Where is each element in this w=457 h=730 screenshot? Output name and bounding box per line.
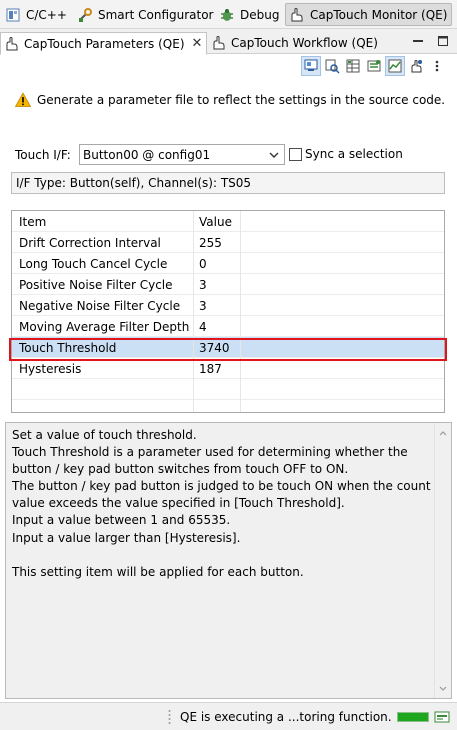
table-row[interactable]: Drift Correction Interval 255 (12, 232, 444, 253)
close-icon[interactable]: ✕ (192, 36, 203, 51)
table-row[interactable]: Moving Average Filter Depth 4 (12, 316, 444, 337)
touch-icon[interactable] (406, 56, 426, 76)
progress-fill (398, 713, 428, 721)
tab-label: CapTouch Workflow (QE) (231, 36, 378, 50)
progress-bar (397, 712, 429, 722)
view-tab-strip: CapTouch Parameters (QE) ✕ CapTouch Work… (0, 29, 457, 55)
row-item: Hysteresis (19, 362, 82, 376)
row-value[interactable]: 255 (199, 236, 222, 250)
touch-if-select[interactable]: Button00 @ config01 (79, 144, 285, 165)
highlight-box (9, 338, 447, 361)
sync-label: Sync a selection (305, 147, 403, 161)
description-panel: Set a value of touch threshold. Touch Th… (5, 422, 452, 699)
status-text: QE is executing a ...toring function. (180, 710, 392, 724)
sync-selection-checkbox[interactable]: Sync a selection (289, 147, 403, 161)
row-value[interactable]: 3 (199, 278, 207, 292)
row-value[interactable]: 0 (199, 257, 207, 271)
chevron-down-icon[interactable] (267, 147, 281, 162)
warning-message: Generate a parameter file to reflect the… (15, 91, 445, 109)
tab-label: CapTouch Parameters (QE) (24, 36, 185, 51)
perspective-cpp[interactable]: C/C++ (2, 3, 71, 26)
captouch-icon (211, 35, 227, 51)
warning-text: Generate a parameter file to reflect the… (37, 93, 446, 107)
board-icon[interactable] (301, 56, 321, 76)
search-icon[interactable] (322, 56, 342, 76)
monitor-icon[interactable] (385, 56, 405, 76)
column-header-value[interactable]: Value (199, 215, 232, 229)
table-row[interactable]: Positive Noise Filter Cycle 3 (12, 274, 444, 295)
cpp-perspective-icon (5, 7, 21, 23)
captouch-icon (4, 36, 20, 52)
scroll-up-icon[interactable] (435, 425, 451, 441)
perspective-label: Debug (240, 7, 280, 22)
progress-view-icon[interactable] (434, 709, 450, 725)
perspective-label: Smart Configurator (98, 7, 214, 22)
perspective-bar: C/C++ Smart Configurator Debug CapTouch … (0, 0, 457, 29)
status-separator (168, 710, 171, 724)
row-item: Drift Correction Interval (19, 236, 161, 250)
vertical-scrollbar[interactable] (434, 423, 451, 698)
table-header: Item Value (12, 211, 444, 232)
perspective-label: C/C++ (26, 7, 67, 22)
column-divider (193, 211, 194, 412)
table-row-empty (12, 379, 444, 400)
row-value[interactable]: 4 (199, 320, 207, 334)
row-item: Negative Noise Filter Cycle (19, 299, 181, 313)
debug-icon (219, 7, 235, 23)
view-toolbar (301, 56, 447, 76)
captouch-icon (289, 7, 305, 23)
tab-captouch-workflow[interactable]: CapTouch Workflow (QE) (208, 32, 382, 54)
checkbox[interactable] (289, 147, 302, 161)
row-value[interactable]: 3 (199, 299, 207, 313)
column-header-item[interactable]: Item (19, 215, 46, 229)
minimize-icon[interactable] (410, 33, 426, 49)
smart-configurator-icon (77, 7, 93, 23)
maximize-icon[interactable] (435, 33, 451, 49)
if-type-field: I/F Type: Button(self), Channel(s): TS05 (11, 172, 445, 194)
configuration-icon[interactable] (364, 56, 384, 76)
touch-if-label: Touch I/F: (15, 148, 71, 162)
column-divider (240, 211, 241, 412)
perspective-debug[interactable]: Debug (216, 3, 283, 26)
table-row[interactable]: Negative Noise Filter Cycle 3 (12, 295, 444, 316)
touch-if-value: Button00 @ config01 (83, 147, 211, 162)
tab-captouch-parameters[interactable]: CapTouch Parameters (QE) ✕ (0, 32, 208, 55)
perspective-captouch-monitor[interactable]: CapTouch Monitor (QE) (285, 3, 453, 26)
if-type-text: I/F Type: Button(self), Channel(s): TS05 (16, 176, 252, 190)
perspective-smart-configurator[interactable]: Smart Configurator (74, 3, 218, 26)
row-value[interactable]: 187 (199, 362, 222, 376)
row-item: Long Touch Cancel Cycle (19, 257, 168, 271)
perspective-label: CapTouch Monitor (QE) (310, 7, 448, 22)
row-item: Moving Average Filter Depth (19, 320, 190, 334)
row-item: Positive Noise Filter Cycle (19, 278, 173, 292)
status-bar: QE is executing a ...toring function. (0, 702, 457, 730)
parameter-table: Item Value Drift Correction Interval 255… (11, 210, 445, 413)
scroll-down-icon[interactable] (435, 680, 451, 696)
view-menu-icon[interactable] (427, 56, 447, 76)
table-row[interactable]: Hysteresis 187 (12, 358, 444, 379)
parameter-table-icon[interactable] (343, 56, 363, 76)
table-row[interactable]: Long Touch Cancel Cycle 0 (12, 253, 444, 274)
description-text: Set a value of touch threshold. Touch Th… (12, 428, 431, 579)
warning-icon (15, 92, 31, 107)
